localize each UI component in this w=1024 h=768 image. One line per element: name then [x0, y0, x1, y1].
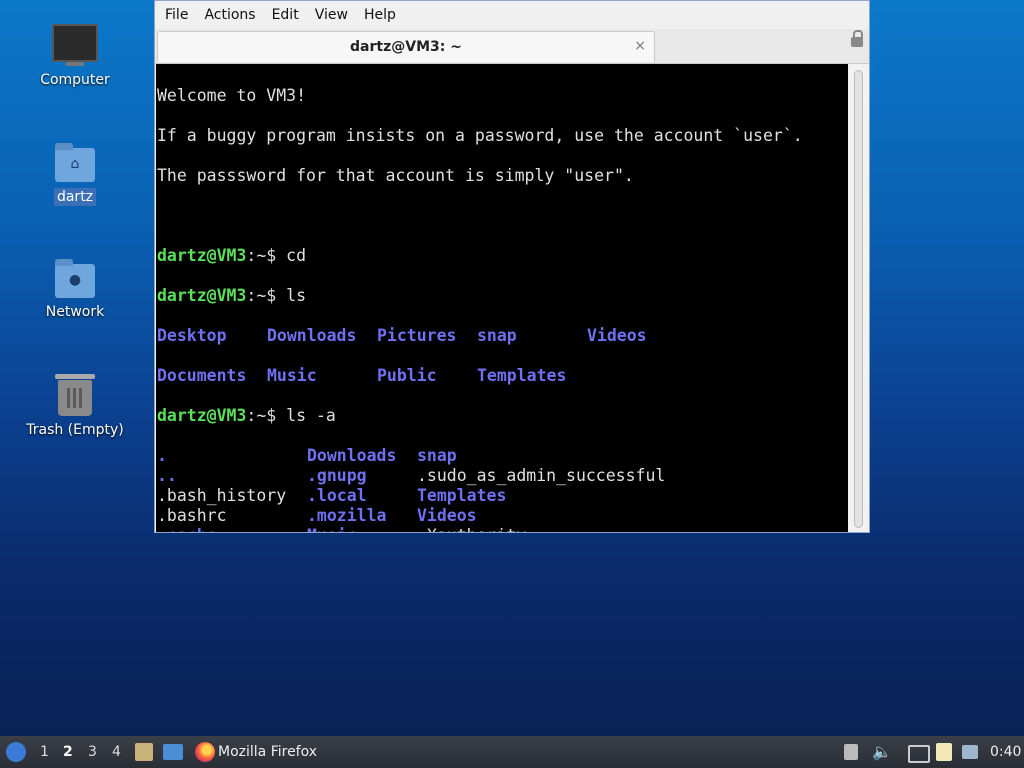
clock[interactable]: 0:40	[990, 736, 1021, 768]
dir-entry: Music	[267, 366, 317, 385]
dir-entry: Documents	[157, 366, 247, 385]
command: ls -a	[286, 406, 336, 425]
prompt-user: dartz@VM3	[157, 246, 247, 265]
computer-icon	[52, 24, 98, 66]
volume-icon[interactable]: 🔈	[872, 736, 892, 768]
close-icon[interactable]: ×	[634, 38, 646, 54]
desktop-icon-label: Network	[45, 304, 105, 320]
prompt-user: dartz@VM3	[157, 286, 247, 305]
home-folder-icon: ⌂	[55, 143, 95, 182]
dir-entry: .local	[307, 486, 367, 505]
dir-entry: Public	[377, 366, 437, 385]
tray-arrow-icon[interactable]	[844, 744, 858, 760]
dir-entry: snap	[417, 446, 457, 465]
ls-output-row: Desktop Downloads Pictures snap Videos	[157, 326, 848, 346]
clipboard-icon[interactable]	[936, 743, 952, 761]
terminal-line: dartz@VM3:~$ ls -a	[157, 406, 848, 426]
terminal-line: The passsword for that account is simply…	[157, 166, 634, 185]
desktop-icon-label: dartz	[53, 188, 97, 206]
desktop-icon-network[interactable]: ● Network	[20, 259, 130, 320]
file-manager-icon[interactable]	[135, 743, 153, 761]
dir-entry: Templates	[417, 486, 507, 505]
menu-help[interactable]: Help	[358, 7, 402, 23]
prompt-suffix: :~$	[246, 406, 287, 425]
dir-entry: Downloads	[267, 326, 357, 345]
menu-actions[interactable]: Actions	[198, 7, 261, 23]
dir-entry: Templates	[477, 366, 567, 385]
dir-entry: Music	[307, 526, 417, 532]
menu-file[interactable]: File	[159, 7, 194, 23]
tab-title: dartz@VM3: ~	[350, 39, 462, 55]
workspace-1[interactable]: 1	[40, 736, 49, 768]
dir-entry: .mozilla	[307, 506, 387, 525]
prompt-user: dartz@VM3	[157, 406, 247, 425]
terminal-window[interactable]: File Actions Edit View Help dartz@VM3: ~…	[154, 0, 870, 533]
ls-a-output-row: .. .gnupg .sudo_as_admin_successful	[157, 466, 848, 486]
dir-entry: Desktop	[157, 326, 227, 345]
terminal-line: Welcome to VM3!	[157, 86, 307, 105]
dir-entry: ..	[157, 466, 177, 485]
menu-edit[interactable]: Edit	[266, 7, 305, 23]
command: ls	[286, 286, 307, 305]
show-desktop-icon[interactable]	[163, 744, 183, 760]
menu-view[interactable]: View	[309, 7, 354, 23]
dir-entry: .gnupg	[307, 466, 367, 485]
desktop-icon-trash[interactable]: Trash (Empty)	[20, 374, 130, 438]
dir-entry: Downloads	[307, 446, 397, 465]
notification-icon[interactable]	[962, 745, 978, 759]
terminal-output[interactable]: Welcome to VM3! If a buggy program insis…	[156, 64, 848, 532]
ls-a-output-row: .bash_history .local Templates	[157, 486, 848, 506]
tab-bar: dartz@VM3: ~ ×	[155, 29, 869, 64]
scrollbar-thumb[interactable]	[854, 70, 863, 528]
dir-entry: .bash_history	[157, 486, 287, 505]
dir-entry: .Xauthority	[417, 526, 526, 532]
dir-entry: Videos	[417, 506, 477, 525]
firefox-taskbar-button[interactable]: Mozilla Firefox	[218, 736, 317, 768]
dir-entry: .sudo_as_admin_successful	[417, 466, 666, 485]
network-icon[interactable]	[908, 745, 930, 763]
dir-entry: snap	[477, 326, 517, 345]
prompt-suffix: :~$	[246, 286, 287, 305]
firefox-icon[interactable]	[195, 742, 215, 762]
command: cd	[286, 246, 307, 265]
lock-icon[interactable]	[851, 30, 863, 47]
menu-bar: File Actions Edit View Help	[155, 1, 869, 29]
dir-entry: .bashrc	[157, 506, 227, 525]
workspace-2[interactable]: 2	[63, 736, 73, 768]
ls-a-output-row: . Downloads snap	[157, 446, 848, 466]
dir-entry: .	[157, 446, 167, 465]
terminal-line: dartz@VM3:~$ cd	[157, 246, 848, 266]
ls-output-row: Documents Music Public Templates	[157, 366, 848, 386]
scrollbar[interactable]	[849, 64, 868, 532]
dir-entry: Videos	[587, 326, 647, 345]
terminal-line: If a buggy program insists on a password…	[157, 126, 803, 145]
prompt-suffix: :~$	[246, 246, 287, 265]
terminal-line: dartz@VM3:~$ ls	[157, 286, 848, 306]
dir-entry: .cache	[157, 526, 307, 532]
ls-a-output-row: .bashrc .mozilla Videos	[157, 506, 848, 526]
app-menu-icon[interactable]	[6, 742, 26, 762]
workspace-4[interactable]: 4	[112, 736, 121, 768]
ls-a-output-row: .cacheMusic.Xauthority	[157, 526, 848, 532]
trash-icon	[55, 374, 95, 416]
desktop-icon-label: Trash (Empty)	[26, 422, 124, 438]
desktop-icon-label: Computer	[40, 72, 110, 88]
taskbar: 1 2 3 4 Mozilla Firefox 🔈 0:40	[0, 736, 1024, 768]
desktop-icon-home-folder[interactable]: ⌂ dartz	[20, 143, 130, 206]
dir-entry: Pictures	[377, 326, 457, 345]
workspace-3[interactable]: 3	[88, 736, 97, 768]
desktop-icon-computer[interactable]: Computer	[20, 24, 130, 88]
network-folder-icon: ●	[55, 259, 95, 298]
terminal-tab[interactable]: dartz@VM3: ~ ×	[157, 31, 655, 62]
